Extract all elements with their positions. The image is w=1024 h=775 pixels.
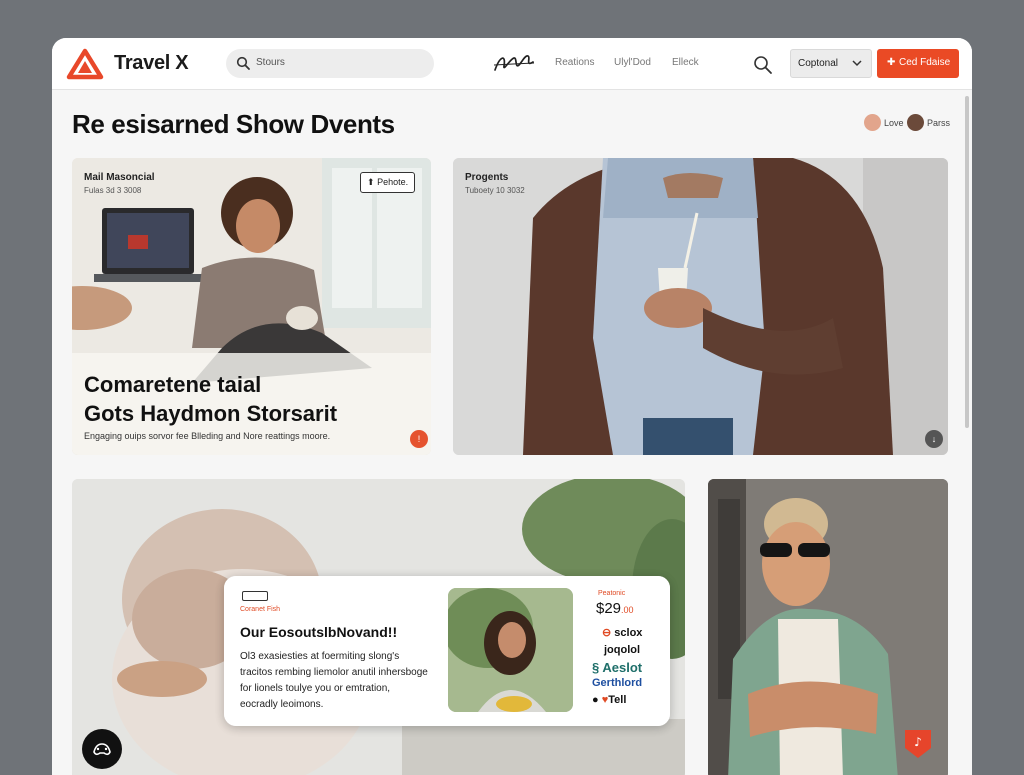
- nav-link-elleck[interactable]: Elleck: [672, 57, 699, 68]
- magnifier-icon[interactable]: [752, 54, 774, 76]
- upload-icon: ⬆: [367, 177, 375, 187]
- alert-badge-icon[interactable]: !: [410, 430, 428, 448]
- search-input[interactable]: Stours: [256, 57, 285, 68]
- nav-link-reations[interactable]: Reations: [555, 57, 594, 68]
- card-headline-line: Gots Haydmon Storsarit: [84, 401, 338, 426]
- page-title: Re esisarned Show Dvents: [72, 109, 395, 139]
- card-date: Tuboety 10 3032: [465, 186, 525, 195]
- card-description: Engaging ouips sorvor fee Blleding and N…: [84, 431, 331, 441]
- avatar-label: Love: [884, 118, 904, 128]
- travel-x-logo-icon[interactable]: [66, 48, 104, 80]
- card-date: Fulas 3d 3 3008: [84, 186, 142, 195]
- price-label: Peatonic: [598, 590, 626, 597]
- avatar-label: Parss: [927, 118, 951, 128]
- promo-kicker: Coranet Fish: [240, 606, 281, 613]
- info-badge-icon[interactable]: ↓: [925, 430, 943, 448]
- brand-logo-tell: ● ♥Tell: [592, 694, 626, 706]
- chevron-down-icon: [852, 60, 862, 67]
- photo-tag-button[interactable]: ⬆ Pehote.: [360, 172, 416, 193]
- bookmark-badge-icon[interactable]: ♪: [901, 726, 935, 760]
- feature-card-meeting[interactable]: Mail Masoncial Fulas 3d 3 3008 ⬆ Pehote.…: [72, 158, 431, 455]
- promo-card[interactable]: Coranet Fish Our EosoutslbNovand!! Ol3 e…: [224, 576, 670, 726]
- brand-mark-icon: ●: [592, 694, 599, 706]
- feature-card-portrait[interactable]: Progents Tuboety 10 3032 ↓: [453, 158, 948, 455]
- promo-body: Ol3 exasiesties at foermiting slong's tr…: [240, 651, 428, 710]
- brand-mark-icon: §: [592, 660, 600, 675]
- brand-mark-icon: ⊖: [602, 627, 612, 639]
- portrait-photo: [453, 158, 948, 455]
- brand-logo-sclox: ⊖ sclox: [602, 626, 642, 639]
- promo-title: Our EosoutslbNovand!!: [240, 624, 398, 640]
- top-navigation-bar: Travel X Stours Reations Ulyl'Dod Elleck…: [52, 38, 972, 90]
- ticket-icon: [242, 591, 268, 601]
- brand-logo-gerthlord: Gerthlord: [592, 677, 643, 689]
- card-headline: Comaretene taial Gots Haydmon Storsarit: [84, 370, 337, 428]
- brand-name: sclox: [614, 627, 643, 639]
- primary-cta-button[interactable]: ✚ Ced Fdaise: [877, 49, 959, 78]
- brand-logo-joqolol: joqolol: [604, 644, 641, 656]
- dropdown-value: Coptonal: [798, 58, 839, 69]
- brand-logo-aeslot: § Aeslot: [592, 660, 642, 675]
- avatar[interactable]: [864, 114, 881, 131]
- price-value: $29.00: [596, 600, 634, 617]
- vertical-scrollbar[interactable]: [965, 96, 969, 428]
- promo-photo-image: [448, 588, 573, 712]
- svg-text:♪: ♪: [914, 735, 922, 749]
- script-signature-logo-icon[interactable]: [492, 50, 536, 76]
- gamepad-icon: [93, 743, 111, 756]
- category-dropdown[interactable]: Coptonal: [790, 49, 872, 78]
- promo-photo[interactable]: [448, 588, 573, 712]
- plus-icon: ✚: [887, 57, 896, 68]
- cta-label: Ced Fdaise: [899, 57, 951, 68]
- card-title: Mail Masoncial: [84, 172, 155, 183]
- brand-name[interactable]: Travel X: [114, 52, 189, 75]
- card-title: Progents: [465, 172, 509, 183]
- search-icon: [236, 56, 250, 70]
- card-headline-line: Comaretene taial: [84, 372, 262, 397]
- brand-name: Aeslot: [602, 660, 643, 675]
- photo-tag-label: Pehote.: [377, 177, 409, 187]
- price-amount: $29: [596, 600, 622, 617]
- search-bar[interactable]: Stours: [226, 49, 434, 78]
- avatar[interactable]: [907, 114, 924, 131]
- brand-name: Tell: [608, 694, 627, 706]
- floating-action-button[interactable]: [82, 729, 122, 769]
- nav-link-ulyldod[interactable]: Ulyl'Dod: [614, 57, 651, 68]
- price-cents: .00: [621, 605, 634, 615]
